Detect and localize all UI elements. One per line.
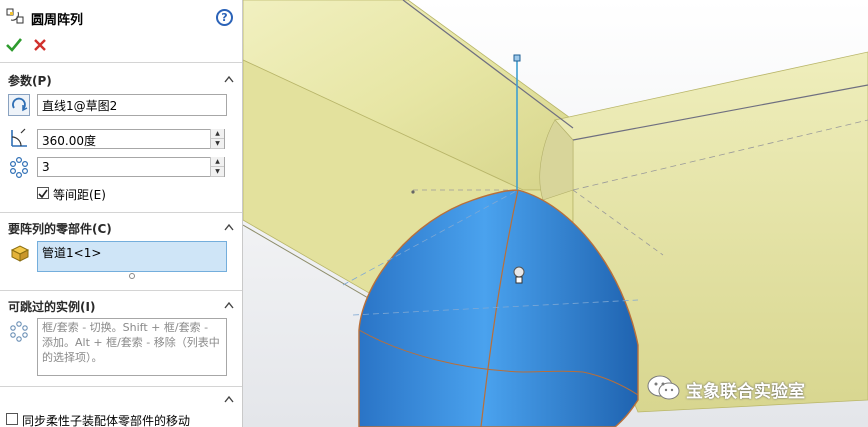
group-components-label: 要阵列的零部件(C) — [8, 222, 112, 236]
equal-spacing-label: 等间距(E) — [53, 188, 106, 202]
divider — [0, 386, 242, 387]
component-icon — [10, 245, 30, 262]
axis-endpoint-handle[interactable] — [513, 54, 521, 62]
cancel-x-icon[interactable] — [33, 38, 47, 52]
chevron-up-icon[interactable] — [224, 301, 234, 309]
spin-down-icon[interactable]: ▼ — [211, 167, 224, 177]
sketch-point — [411, 190, 415, 194]
skip-instances-icon — [10, 321, 28, 342]
confirm-check-icon[interactable] — [6, 37, 22, 53]
count-spinner[interactable]: ▲ ▼ — [210, 157, 224, 177]
instance-count-input[interactable]: 3 — [37, 157, 225, 177]
feature-titlebar: 圆周阵列 ? — [0, 0, 242, 34]
divider — [0, 290, 242, 291]
instance-count-icon — [9, 156, 29, 178]
angle-spinner[interactable]: ▲ ▼ — [210, 129, 224, 149]
chevron-up-icon[interactable] — [224, 75, 234, 83]
circular-pattern-icon — [6, 8, 24, 24]
model-view[interactable] — [242, 0, 868, 427]
chevron-up-icon[interactable] — [224, 395, 234, 403]
watermark-text: 宝象联合实验室 — [686, 382, 805, 402]
group-parameters-header[interactable]: 参数(P) — [0, 71, 242, 89]
sync-flexible-label: 同步柔性子装配体零部件的移动 — [22, 414, 191, 427]
help-icon[interactable]: ? — [216, 9, 233, 26]
group-skip-label: 可跳过的实例(I) — [8, 300, 96, 314]
group-skip-header[interactable]: 可跳过的实例(I) — [0, 297, 242, 315]
group-parameters-label: 参数(P) — [8, 74, 52, 88]
sync-flexible-checkbox[interactable] — [6, 413, 18, 425]
spin-down-icon[interactable]: ▼ — [211, 139, 224, 149]
origin-handle[interactable] — [515, 276, 523, 284]
skip-instances-list[interactable]: 框/套索 - 切换。Shift + 框/套索 - 添加。Alt + 框/套索 -… — [37, 318, 227, 376]
selected-component-item[interactable]: 管道1<1> — [42, 246, 101, 260]
rotation-axis-icon[interactable] — [8, 94, 30, 116]
wechat-logo-icon — [647, 375, 680, 400]
group-options-header[interactable] — [0, 391, 242, 409]
divider — [0, 212, 242, 213]
spin-up-icon[interactable]: ▲ — [211, 157, 224, 167]
watermark: 宝象联合实验室 — [646, 373, 856, 403]
spin-up-icon[interactable]: ▲ — [211, 129, 224, 139]
graphics-viewport[interactable] — [242, 0, 868, 427]
angle-icon — [11, 128, 27, 147]
origin-icon — [513, 266, 525, 278]
divider — [0, 62, 242, 63]
chevron-up-icon[interactable] — [224, 223, 234, 231]
equal-spacing-checkbox[interactable] — [37, 187, 49, 199]
checkmark-icon — [38, 189, 48, 199]
group-components-header[interactable]: 要阵列的零部件(C) — [0, 219, 242, 237]
angle-input[interactable]: 360.00度 — [37, 129, 225, 149]
list-resize-handle[interactable] — [129, 273, 135, 279]
components-selection-list[interactable]: 管道1<1> — [37, 241, 227, 272]
property-manager-panel: 圆周阵列 ? 参数(P) 直线1@草图2 360.00度 ▲ ▼ 3 ▲ ▼ 等… — [0, 0, 243, 427]
axis-selection-field[interactable]: 直线1@草图2 — [37, 94, 227, 116]
feature-title: 圆周阵列 — [31, 13, 84, 28]
